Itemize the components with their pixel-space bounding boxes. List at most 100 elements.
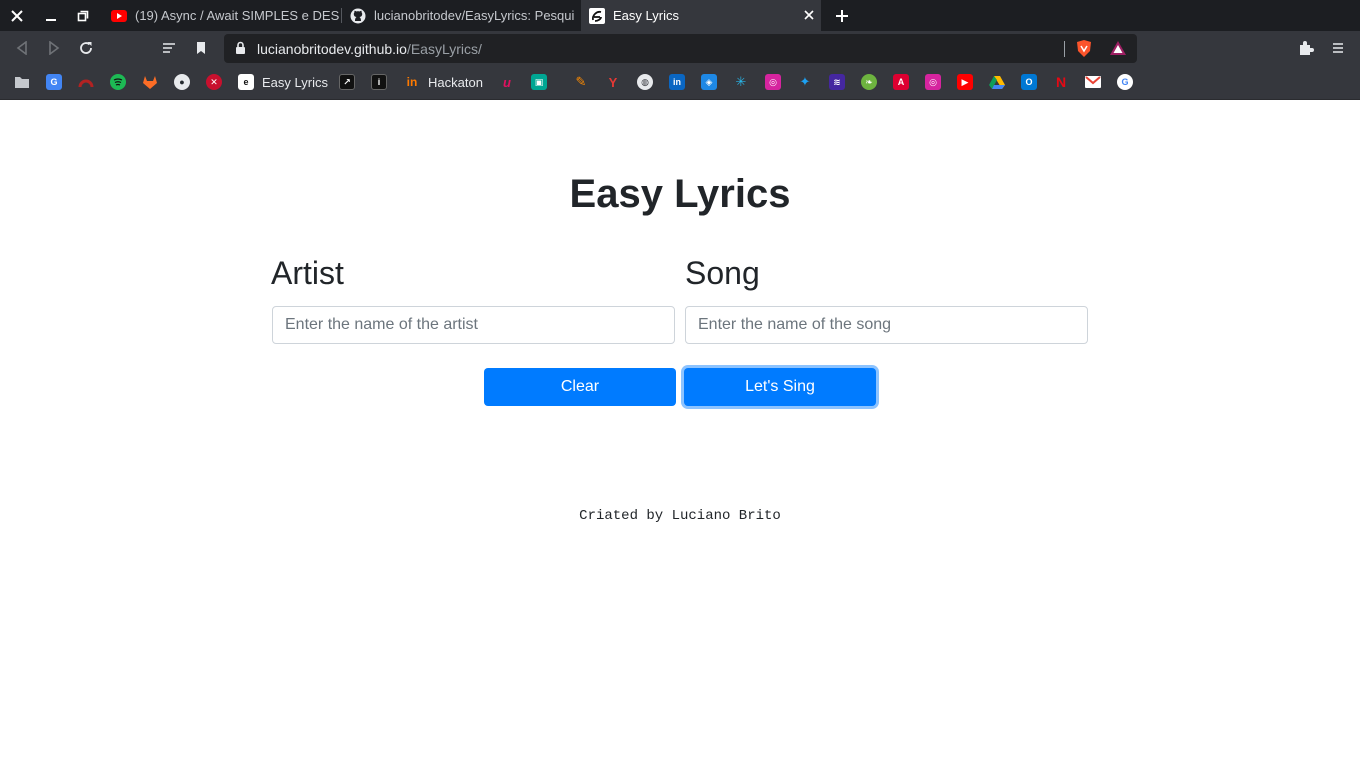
url-text: lucianobritodev.github.io/EasyLyrics/ — [257, 41, 482, 57]
easy-lyrics-icon — [589, 7, 605, 24]
bookmark-instagram-2[interactable]: ◎ — [925, 73, 941, 91]
bookmark-gmail[interactable] — [1085, 73, 1101, 91]
monitor-icon: ▣ — [531, 74, 547, 90]
bookmarks-bar: G ● ✕ e Easy Lyrics ↗ i in Hackaton u ▣ ✎ … — [0, 65, 1360, 100]
reload-button[interactable] — [74, 36, 98, 60]
plus-icon — [835, 9, 848, 22]
bookmark-dark-app[interactable]: ↗ — [339, 73, 355, 91]
bookmark-youtube[interactable]: ▶ — [957, 73, 973, 91]
minimize-icon — [45, 18, 56, 21]
bookmark-red-app[interactable]: ✕ — [206, 73, 222, 91]
url-path: /EasyLyrics/ — [406, 41, 482, 57]
song-label: Song — [685, 255, 760, 291]
song-input[interactable] — [685, 306, 1088, 344]
youtube-icon — [111, 8, 127, 24]
bookmark-icon — [197, 42, 205, 54]
bookmark-netflix[interactable]: N — [1053, 73, 1069, 91]
bookmark-udemy[interactable]: u — [499, 73, 515, 91]
forward-icon — [49, 41, 60, 55]
spring-icon: ❧ — [861, 74, 877, 90]
reader-mode-button[interactable] — [157, 36, 181, 60]
github-icon: ● — [174, 74, 190, 90]
browser-menu-button[interactable] — [1326, 36, 1350, 60]
linkedin-icon: in — [669, 74, 685, 90]
bookmark-outlook[interactable]: O — [1021, 73, 1037, 91]
pencil-icon: ✎ — [575, 74, 587, 89]
bookmark-globe[interactable]: ◍ — [637, 73, 653, 91]
instagram-icon: ◎ — [765, 74, 781, 90]
clear-button[interactable]: Clear — [484, 368, 676, 406]
udemy-icon: u — [503, 74, 511, 90]
bookmark-y-app[interactable]: Y — [605, 73, 621, 91]
artist-input[interactable] — [272, 306, 675, 344]
restore-icon — [77, 10, 88, 21]
youtube-icon: ▶ — [957, 74, 973, 90]
bookmark-hackaton[interactable]: in Hackaton — [404, 73, 483, 91]
gmail-icon — [1085, 74, 1101, 90]
bookmark-speedometer[interactable] — [78, 73, 94, 91]
bookmark-folder[interactable] — [14, 73, 30, 91]
twitter-icon: ✦ — [799, 74, 811, 89]
tab-title: Easy Lyrics — [613, 8, 679, 23]
url-host: lucianobritodev.github.io — [257, 41, 407, 57]
divider — [1064, 41, 1065, 57]
bookmark-spring[interactable]: ❧ — [861, 73, 877, 91]
instagram-icon: ◎ — [925, 74, 941, 90]
bookmark-twitter[interactable]: ✦ — [797, 73, 813, 91]
tab-strip: (19) Async / Await SIMPLES e DESC lucian… — [0, 0, 1360, 31]
easy-lyrics-icon: e — [238, 74, 254, 90]
hackaton-icon: in — [406, 75, 418, 89]
bookmark-angular[interactable]: A — [893, 73, 909, 91]
tab-title: lucianobritodev/EasyLyrics: Pesqui — [374, 8, 575, 23]
bookmark-chart-app[interactable]: ≋ — [829, 73, 845, 91]
bookmark-gitlab[interactable] — [142, 73, 158, 91]
tab-close-button[interactable] — [801, 7, 817, 23]
restore-window-button[interactable] — [66, 0, 99, 31]
bookmark-snowflake[interactable]: ✳ — [733, 73, 749, 91]
compass-icon: ◈ — [701, 74, 717, 90]
extensions-button[interactable] — [1294, 36, 1318, 60]
brave-rewards-icon[interactable] — [1109, 40, 1127, 61]
bookmark-label: Easy Lyrics — [262, 74, 328, 90]
bookmark-info[interactable]: i — [371, 73, 387, 91]
bookmark-monitor[interactable]: ▣ — [531, 73, 547, 91]
brave-shield-icon[interactable] — [1075, 39, 1093, 63]
lock-icon — [235, 41, 246, 60]
bookmark-spotify[interactable] — [110, 73, 126, 91]
new-tab-button[interactable] — [825, 0, 858, 31]
red-app-icon: ✕ — [206, 74, 222, 90]
snowflake-icon: ✳ — [735, 74, 747, 89]
outlook-icon: O — [1021, 74, 1037, 90]
address-bar[interactable]: lucianobritodev.github.io/EasyLyrics/ — [224, 34, 1137, 63]
info-icon: i — [371, 74, 387, 90]
minimize-window-button[interactable] — [34, 0, 67, 31]
close-icon — [804, 10, 814, 20]
bookmark-linkedin[interactable]: in — [669, 73, 685, 91]
bookmark-easy-lyrics[interactable]: e Easy Lyrics — [238, 73, 328, 91]
forward-button[interactable] — [42, 36, 66, 60]
bookmark-instagram[interactable]: ◎ — [765, 73, 781, 91]
bookmark-pencil[interactable]: ✎ — [573, 73, 589, 91]
google-drive-icon — [989, 74, 1005, 90]
close-icon — [10, 9, 23, 22]
tab-youtube[interactable]: (19) Async / Await SIMPLES e DESC — [103, 0, 339, 31]
google-icon: G — [1117, 74, 1133, 90]
menu-lines-icon — [163, 43, 175, 53]
tab-title: (19) Async / Await SIMPLES e DESC — [135, 8, 339, 23]
arrow-app-icon: ↗ — [339, 74, 355, 90]
speedometer-icon — [78, 74, 94, 90]
bookmark-google[interactable]: G — [1117, 73, 1133, 91]
spotify-icon — [110, 74, 126, 90]
bookmark-button[interactable] — [189, 36, 213, 60]
bookmark-compass[interactable]: ◈ — [701, 73, 717, 91]
gitlab-icon — [142, 74, 158, 90]
bookmark-translate[interactable]: G — [46, 73, 62, 91]
tab-easy-lyrics[interactable]: Easy Lyrics — [581, 0, 821, 31]
y-app-icon: Y — [608, 74, 618, 90]
back-button[interactable] — [10, 36, 34, 60]
lets-sing-button[interactable]: Let's Sing — [684, 368, 876, 406]
bookmark-drive[interactable] — [989, 73, 1005, 91]
tab-github[interactable]: lucianobritodev/EasyLyrics: Pesqui — [342, 0, 580, 31]
bookmark-github[interactable]: ● — [174, 73, 190, 91]
close-window-button[interactable] — [0, 0, 33, 31]
